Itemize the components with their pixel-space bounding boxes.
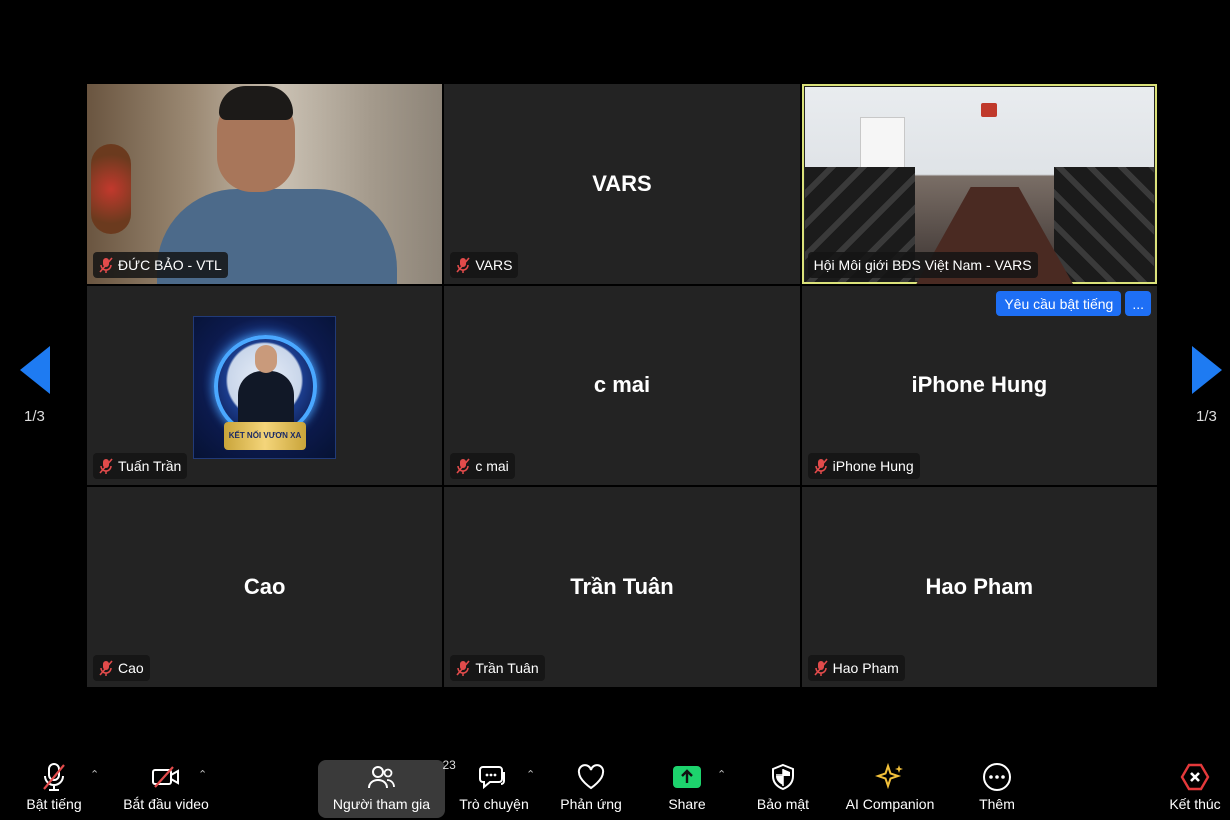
- end-meeting-label: Kết thúc: [1169, 796, 1221, 812]
- unmute-button[interactable]: Bật tiếng: [22, 760, 86, 818]
- ai-companion-button[interactable]: AI Companion: [842, 760, 938, 818]
- mic-muted-icon: [814, 660, 828, 676]
- mic-muted-icon: [456, 458, 470, 475]
- participant-tile-tuan-tran[interactable]: KẾT NỐI VƯƠN XA Tuấn Trần: [87, 285, 443, 486]
- share-button[interactable]: Share: [662, 760, 712, 818]
- participant-name: Hội Môi giới BĐS Việt Nam - VARS: [813, 256, 1032, 273]
- participant-display-name: Trần Tuân: [570, 574, 674, 600]
- mic-muted-icon: [99, 257, 113, 273]
- more-button[interactable]: Thêm: [972, 760, 1022, 818]
- participant-name: Cao: [118, 660, 144, 676]
- share-options-chevron-icon[interactable]: ⌃: [717, 768, 729, 781]
- participant-name: Trần Tuân: [475, 660, 539, 676]
- security-label: Bảo mật: [756, 796, 810, 812]
- shield-icon: [772, 763, 794, 791]
- more-dots-icon: [983, 763, 1011, 791]
- participant-display-name: Cao: [243, 574, 286, 600]
- participant-tile-cao[interactable]: Cao Cao: [87, 487, 443, 687]
- participant-display-name: Hao Pham: [925, 574, 1034, 600]
- mic-muted-icon: [99, 458, 113, 475]
- video-options-chevron-icon[interactable]: ⌃: [198, 768, 210, 781]
- participants-label: Người tham gia: [332, 796, 431, 812]
- tile-more-button[interactable]: ...: [1125, 291, 1151, 316]
- name-tag: Hao Pham: [807, 655, 905, 681]
- share-label: Share: [668, 796, 706, 812]
- mic-muted-icon: [814, 458, 828, 475]
- participants-icon: [367, 766, 395, 789]
- participant-tile-hoi-moi-gioi[interactable]: Hội Môi giới BĐS Việt Nam - VARS: [801, 84, 1157, 284]
- page-indicator-right: 1/3: [1196, 408, 1217, 425]
- next-page-arrow-icon[interactable]: [1192, 346, 1222, 394]
- name-tag: iPhone Hung: [807, 453, 920, 480]
- participant-tile-tran-tuan[interactable]: Trần Tuân Trần Tuân: [444, 487, 800, 687]
- mic-muted-icon: [99, 660, 113, 676]
- start-video-label: Bắt đầu video: [123, 796, 209, 812]
- participant-tile-c-mai[interactable]: c mai c mai: [444, 285, 800, 486]
- name-tag: Hội Môi giới BĐS Việt Nam - VARS: [807, 251, 1038, 278]
- participant-display-name: iPhone Hung: [911, 372, 1048, 398]
- request-unmute-button[interactable]: Yêu cầu bật tiếng: [996, 291, 1122, 316]
- name-tag: ĐỨC BẢO - VTL: [93, 251, 228, 278]
- participant-display-name: VARS: [592, 170, 652, 196]
- previous-page-arrow-icon[interactable]: [20, 346, 50, 394]
- chat-button[interactable]: Trò chuyện: [458, 760, 530, 818]
- participants-count-badge: 23: [442, 758, 456, 772]
- request-unmute-group: Yêu cầu bật tiếng ...: [996, 291, 1151, 316]
- close-hexagon-icon: [1180, 763, 1210, 791]
- participant-avatar: KẾT NỐI VƯƠN XA: [193, 315, 336, 459]
- video-grid: ĐỨC BẢO - VTL VARS VARS Hội Môi giới BĐS…: [87, 84, 1157, 687]
- video-off-icon: [152, 766, 179, 788]
- name-tag: VARS: [450, 251, 519, 278]
- share-screen-icon: [673, 766, 701, 788]
- participant-tile-duc-bao[interactable]: ĐỨC BẢO - VTL: [87, 84, 443, 284]
- heart-icon: [577, 764, 605, 790]
- chat-icon: [479, 766, 505, 790]
- chat-label: Trò chuyện: [459, 796, 529, 812]
- name-tag: Trần Tuân: [450, 655, 545, 681]
- participant-name: ĐỨC BẢO - VTL: [118, 256, 222, 273]
- more-label: Thêm: [979, 796, 1015, 812]
- participant-name: iPhone Hung: [832, 458, 914, 475]
- participants-button[interactable]: 23 Người tham gia: [318, 758, 456, 818]
- meeting-toolbar: Bật tiếng ⌃ Bắt đầu video ⌃ 23 Người tha…: [0, 754, 1230, 820]
- participant-name: Tuấn Trần: [118, 458, 182, 475]
- reactions-button[interactable]: Phản ứng: [556, 760, 626, 818]
- ai-companion-label: AI Companion: [845, 796, 935, 812]
- reactions-label: Phản ứng: [560, 796, 622, 812]
- audio-options-chevron-icon[interactable]: ⌃: [90, 768, 102, 781]
- avatar-banner: KẾT NỐI VƯƠN XA: [224, 421, 306, 450]
- participant-name: VARS: [475, 256, 513, 273]
- participant-tile-hao-pham[interactable]: Hao Pham Hao Pham: [801, 487, 1157, 687]
- unmute-label: Bật tiếng: [26, 796, 82, 812]
- mic-muted-icon: [43, 763, 65, 791]
- sparkle-icon: [875, 762, 903, 790]
- chat-options-chevron-icon[interactable]: ⌃: [526, 768, 538, 781]
- name-tag: c mai: [450, 453, 515, 480]
- page-indicator-left: 1/3: [24, 408, 45, 425]
- participant-name: c mai: [475, 458, 509, 475]
- mic-muted-icon: [456, 257, 470, 273]
- mic-muted-icon: [456, 660, 470, 676]
- name-tag: Tuấn Trần: [93, 453, 188, 480]
- participant-display-name: c mai: [593, 372, 651, 398]
- name-tag: Cao: [93, 655, 150, 681]
- participant-tile-vars[interactable]: VARS VARS: [444, 84, 800, 284]
- end-meeting-button[interactable]: Kết thúc: [1166, 760, 1224, 818]
- participant-name: Hao Pham: [832, 660, 899, 676]
- security-button[interactable]: Bảo mật: [752, 760, 814, 818]
